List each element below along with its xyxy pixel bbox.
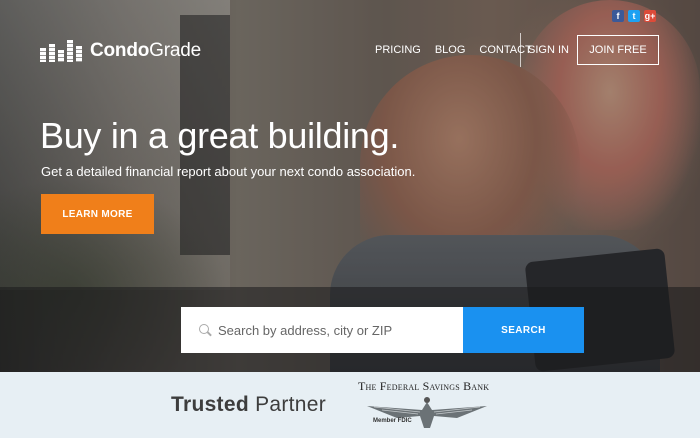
bank-name-text: The Federal Savings Bank	[358, 379, 490, 393]
facebook-icon[interactable]: f	[612, 10, 624, 22]
hero-headline: Buy in a great building.	[40, 115, 400, 156]
trusted-partner-strip	[0, 372, 700, 438]
eagle-seal-icon	[367, 397, 487, 428]
search-input[interactable]	[218, 322, 458, 338]
google-plus-icon[interactable]: g+	[644, 10, 656, 22]
nav-blog[interactable]: BLOG	[435, 43, 466, 57]
signin-link[interactable]: SIGN IN	[528, 43, 569, 57]
trusted-label-bold: Trusted	[171, 393, 249, 416]
twitter-icon[interactable]: t	[628, 10, 640, 22]
logo[interactable]: CondoGrade	[40, 38, 201, 62]
logo-text: CondoGrade	[90, 40, 201, 62]
search-icon	[199, 323, 212, 337]
hero-subhead: Get a detailed financial report about yo…	[41, 164, 416, 179]
logo-icon	[40, 40, 82, 62]
logo-text-part2: Grade	[149, 40, 201, 61]
search-box	[181, 307, 463, 353]
nav-contact[interactable]: CONTACT	[479, 43, 531, 57]
trusted-partner-label: Trusted Partner	[171, 393, 326, 417]
fdic-text: Member FDIC	[373, 418, 412, 424]
social-links: f t g+	[612, 10, 656, 22]
trusted-label-rest: Partner	[248, 393, 327, 416]
learn-more-button[interactable]: LEARN MORE	[41, 194, 154, 234]
fdic-badge: Member FDIC	[373, 418, 412, 425]
join-free-button[interactable]: JOIN FREE	[577, 35, 659, 65]
nav-pricing[interactable]: PRICING	[375, 43, 421, 57]
nav-divider	[520, 33, 521, 67]
main-nav: PRICING BLOG CONTACT	[375, 33, 546, 67]
search-button[interactable]: SEARCH	[463, 307, 584, 353]
logo-text-part1: Condo	[90, 40, 150, 61]
